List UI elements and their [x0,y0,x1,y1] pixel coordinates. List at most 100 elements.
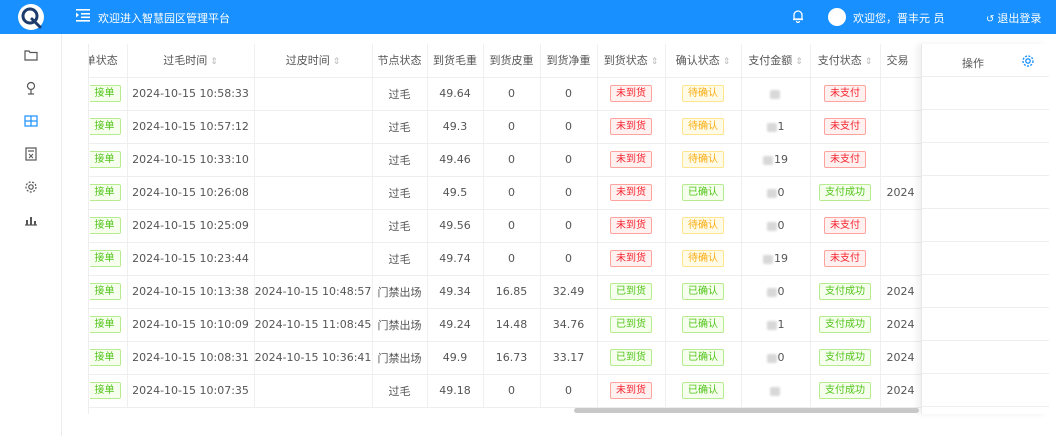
gross-time-cell: 2024-10-15 10:23:44 [127,242,255,276]
panel-icon[interactable] [22,112,40,130]
gear-icon[interactable] [22,178,40,196]
column-settings-icon[interactable] [1021,54,1035,68]
arrival-tare-cell: 16.73 [483,341,541,375]
order-status-tag: 接单 [89,250,121,267]
confirm-status-cell: 待确认 [665,110,742,144]
arrival-status-tag: 未到货 [610,118,652,135]
table-row[interactable]: 接单 2024-10-15 10:25:09 过毛 49.56 0 0 未到货 待确认 0 未支付 [89,209,1048,243]
header-label: 到货净重 [546,54,591,68]
confirm-status-tag: 待确认 [682,250,724,267]
arrival-net-cell: 0 [540,143,598,177]
avatar[interactable] [828,8,846,26]
bell-icon[interactable] [792,9,804,24]
table-row[interactable]: 接单 2024-10-15 10:58:33 过毛 49.64 0 0 未到货 待确认 未支付 [89,77,1048,111]
logo [0,0,62,34]
logout-label: 退出登录 [997,12,1042,25]
pay-status-tag: 未支付 [824,217,866,234]
arrival-gross-cell: 49.74 [427,242,484,276]
table-row[interactable]: 接单 2024-10-15 10:33:10 过毛 49.46 0 0 未到货 待确认 19 未支… [89,143,1048,177]
operation-column: 操作 [921,44,1049,414]
header-pay-status[interactable]: 支付状态 ⇕ [810,44,881,78]
arrival-gross-cell: 49.9 [427,341,484,375]
confirm-status-cell: 待确认 [665,242,742,276]
operation-cell[interactable] [922,242,1049,275]
header-label: 节点状态 [377,54,422,68]
header-node-status: 节点状态 [372,44,428,78]
redacted-amount [766,353,777,363]
scrollbar-thumb[interactable] [574,408,919,413]
table-row[interactable]: 接单 2024-10-15 10:08:31 2024-10-15 10:36:41… [89,341,1048,375]
table-row[interactable]: 接单 2024-10-15 10:13:38 2024-10-15 10:48:57… [89,275,1048,309]
header-order-status: 单状态 [89,44,128,78]
sort-icon[interactable]: ⇕ [210,57,218,67]
arrival-tare-cell: 0 [483,77,541,111]
sort-icon[interactable]: ⇕ [651,57,659,67]
folder-icon[interactable] [22,46,40,64]
gross-time-cell: 2024-10-15 10:25:09 [127,209,255,243]
header-confirm-status[interactable]: 确认状态 ⇕ [665,44,742,78]
table-row[interactable]: 接单 2024-10-15 10:07:35 过毛 49.18 0 0 未到货 已确认 支付成功… [89,374,1048,408]
sort-icon[interactable]: ⇕ [865,57,873,67]
operation-cell[interactable] [922,275,1049,308]
tare-time-cell [254,374,373,408]
menu-toggle-icon[interactable] [76,8,90,22]
tare-time-cell [254,143,373,177]
confirm-status-cell: 已确认 [665,308,742,342]
arrival-tare-cell: 0 [483,209,541,243]
operation-cell[interactable] [922,374,1049,407]
order-status-tag: 接单 [89,382,121,399]
pay-amount-cell: 0 [741,176,811,210]
tare-time-cell: 2024-10-15 10:36:41 [254,341,373,375]
sort-icon[interactable]: ⇕ [333,57,341,67]
operation-header: 操作 [922,44,1049,77]
order-status-cell: 接单 [89,275,128,309]
tare-time-cell [254,176,373,210]
order-status-tag: 接单 [89,85,121,102]
header-gross-time[interactable]: 过毛时间 ⇕ [127,44,255,78]
gross-time-cell: 2024-10-15 10:07:35 [127,374,255,408]
pay-amount-value: 1 [777,120,785,133]
horizontal-scrollbar[interactable] [88,406,921,414]
logout-button[interactable]: ↺ 退出登录 [986,10,1041,26]
tare-time-cell [254,77,373,111]
pin-icon[interactable] [22,79,40,97]
arrival-net-cell: 0 [540,374,598,408]
arrival-status-tag: 未到货 [610,184,652,201]
confirm-status-tag: 已确认 [682,316,724,333]
table-row[interactable]: 接单 2024-10-15 10:10:09 2024-10-15 11:08:45… [89,308,1048,342]
operation-cell[interactable] [922,209,1049,242]
header-arrival-status[interactable]: 到货状态 ⇕ [597,44,666,78]
arrival-tare-cell: 0 [483,110,541,144]
operation-cell[interactable] [922,176,1049,209]
pay-status-cell: 未支付 [810,143,881,177]
arrival-net-cell: 0 [540,176,598,210]
header-pay-amount[interactable]: 支付金额 ⇕ [741,44,811,78]
operation-cell[interactable] [922,308,1049,341]
node-status-cell: 过毛 [372,209,428,243]
confirm-status-cell: 待确认 [665,143,742,177]
table-row[interactable]: 接单 2024-10-15 10:23:44 过毛 49.74 0 0 未到货 待确认 19 未支… [89,242,1048,276]
operation-cell[interactable] [922,110,1049,143]
calculator-icon[interactable] [22,145,40,163]
header-tare-time[interactable]: 过皮时间 ⇕ [254,44,373,78]
operation-cell[interactable] [922,143,1049,176]
welcome-text: 欢迎您，晋丰元 员 [853,12,945,25]
pay-status-tag: 支付成功 [819,349,871,366]
sort-icon[interactable]: ⇕ [723,57,731,67]
sidebar [0,34,62,436]
tare-time-cell [254,110,373,144]
header-arrival-gross: 到货毛重 [427,44,484,78]
operation-cell[interactable] [922,341,1049,374]
table-row[interactable]: 接单 2024-10-15 10:57:12 过毛 49.3 0 0 未到货 待确认 1 未支付 [89,110,1048,144]
tare-time-cell: 2024-10-15 10:48:57 [254,275,373,309]
sort-icon[interactable]: ⇕ [795,57,803,67]
table-row[interactable]: 接单 2024-10-15 10:26:08 过毛 49.5 0 0 未到货 已确认 0 支付成功… [89,176,1048,210]
pay-status-cell: 未支付 [810,242,881,276]
confirm-status-cell: 待确认 [665,77,742,111]
arrival-status-cell: 未到货 [597,209,666,243]
chart-icon[interactable] [22,211,40,229]
tare-time-cell [254,209,373,243]
pay-status-cell: 支付成功 [810,275,881,309]
operation-cell[interactable] [922,77,1049,110]
redacted-amount [763,155,773,165]
